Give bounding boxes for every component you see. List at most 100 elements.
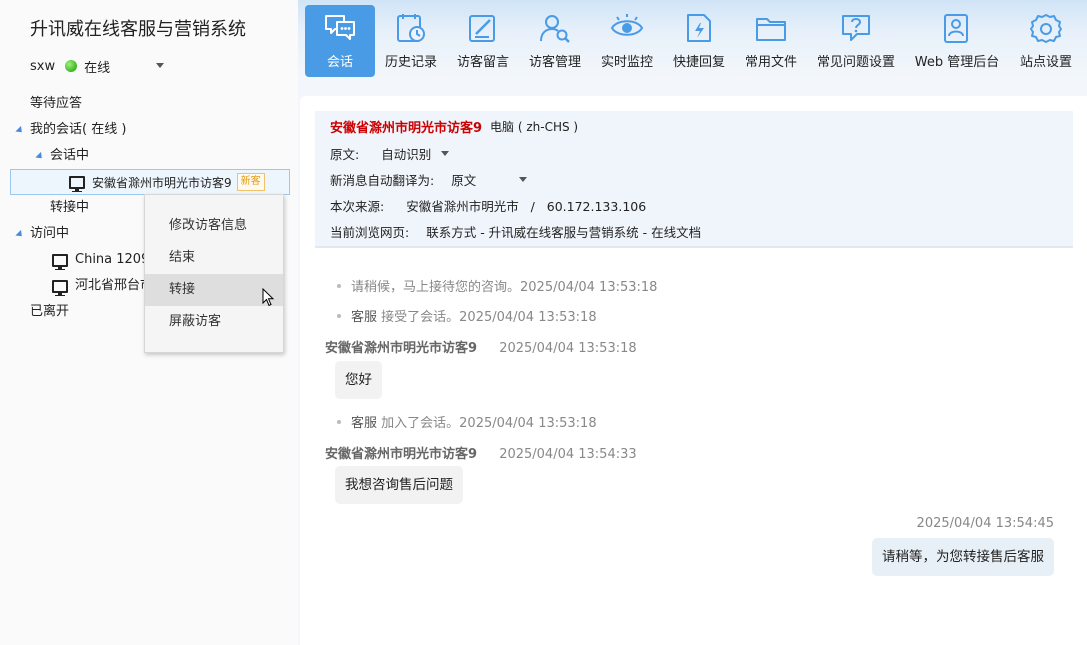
toolbar-label: 访客管理 [528, 55, 581, 70]
toolbar-admin-button[interactable]: Web 管理后台 [910, 5, 1004, 77]
visitor-message-bubble: 您好 [335, 361, 382, 399]
my-message-time: 2025/04/04 13:54:45 [917, 516, 1054, 531]
toolbar-monitor-button[interactable]: 实时监控 [594, 5, 660, 77]
admin-user-icon [944, 14, 968, 43]
toolbar-site-settings-button[interactable]: 站点设置 [1012, 5, 1080, 77]
monitor-icon [52, 253, 68, 270]
visitor-info-panel: 安徽省滁州市明光市访客9 电脑 ( zh-CHS ) 原文: 自动识别 新消息自… [315, 111, 1073, 248]
history-icon [397, 14, 425, 42]
tree-transferring[interactable]: 转接中 [50, 197, 89, 219]
translate-value: 原文 [451, 173, 477, 188]
menu-item-block-visitor[interactable]: 屏蔽访客 [145, 306, 283, 338]
bullet-icon [337, 283, 341, 288]
quick-reply-icon [687, 14, 711, 42]
toolbar-label: 快捷回复 [672, 55, 725, 70]
expand-triangle-icon[interactable] [35, 151, 45, 161]
chat-icon [325, 15, 355, 40]
left-panel: 升讯威在线客服与营销系统 sxw 在线 等待应答 我的会话( 在线 ) 会话中 … [0, 0, 298, 645]
system-message-text: 接受了会话。2025/04/04 13:53:18 [377, 310, 597, 325]
context-menu: 修改访客信息 结束 转接 屏蔽访客 [144, 194, 284, 353]
sender-name: 安徽省滁州市明光市访客9 [325, 341, 478, 356]
source-lang-label: 原文: [330, 147, 360, 162]
active-visitor-name: 安徽省滁州市明光市访客9 [92, 175, 232, 190]
page-value[interactable]: 联系方式 - 升讯威在线客服与营销系统 - 在线文档 [426, 222, 701, 241]
system-message-text: 请稍候，马上接待您的咨询。2025/04/04 13:53:18 [351, 280, 658, 295]
chevron-down-icon [441, 151, 450, 156]
source-lang-select[interactable]: 自动识别 [381, 144, 450, 163]
expand-triangle-icon[interactable] [15, 125, 25, 135]
tree-visiting[interactable]: 访问中 [15, 223, 70, 245]
user-status: 在线 [84, 60, 111, 76]
new-visitor-badge: 新客 [236, 173, 265, 191]
folder-icon [756, 18, 786, 41]
source-label: 本次来源: [330, 199, 385, 214]
visitor-name: China 1209 [75, 252, 150, 267]
toolbar-files-button[interactable]: 常用文件 [738, 5, 804, 77]
toolbar-label: 会话 [326, 55, 353, 70]
tree-in-session[interactable]: 会话中 [35, 145, 90, 167]
bullet-icon [337, 313, 341, 318]
chevron-down-icon [519, 177, 528, 182]
tree-item-visitor[interactable]: 河北省邢台市 [52, 275, 153, 297]
menu-item-end[interactable]: 结束 [145, 242, 283, 274]
message-header: 安徽省滁州市明光市访客9 2025/04/04 13:53:18 [325, 337, 637, 356]
app-title: 升讯威在线客服与营销系统 [30, 19, 246, 40]
tree-waiting[interactable]: 等待应答 [30, 93, 82, 115]
tree-my-sessions-label: 我的会话( 在线 ) [30, 122, 127, 137]
visitor-device: 电脑 ( zh-CHS ) [490, 120, 579, 134]
tree-item-active-visitor[interactable]: 安徽省滁州市明光市访客9 新客 [10, 169, 290, 195]
tree-left[interactable]: 已离开 [30, 301, 69, 323]
toolbar-label: 实时监控 [600, 55, 653, 70]
translate-select[interactable]: 原文 [451, 170, 528, 189]
visitor-message-bubble: 我想咨询售后问题 [335, 466, 463, 504]
tree-visiting-label: 访问中 [30, 226, 70, 241]
message-header: 安徽省滁州市明光市访客9 2025/04/04 13:54:33 [325, 443, 637, 462]
menu-item-edit-visitor[interactable]: 修改访客信息 [145, 210, 283, 242]
tree-item-visitor[interactable]: China 1209 [52, 249, 149, 271]
system-message: 客服 接受了会话。2025/04/04 13:53:18 [337, 306, 597, 325]
agent-message-bubble: 请稍等，为您转接售后客服 [872, 538, 1054, 576]
system-message: 客服 加入了会话。2025/04/04 13:53:18 [337, 412, 597, 431]
toolbar-label: 访客留言 [456, 55, 509, 70]
chevron-down-icon[interactable] [156, 63, 164, 68]
toolbar-history-button[interactable]: 历史记录 [378, 5, 444, 77]
tree-waiting-label: 等待应答 [30, 96, 83, 111]
monitor-icon [69, 175, 85, 192]
toolbar-faq-button[interactable]: 常见问题设置 [810, 5, 902, 77]
toolbar-visitors-button[interactable]: 访客管理 [522, 5, 588, 77]
tree-left-label: 已离开 [30, 304, 70, 319]
online-status-dot-icon [65, 60, 78, 72]
message-time: 2025/04/04 13:54:45 [916, 516, 1054, 531]
conversation-panel: 安徽省滁州市明光市访客9 电脑 ( zh-CHS ) 原文: 自动识别 新消息自… [300, 96, 1087, 645]
toolbar-messages-button[interactable]: 访客留言 [450, 5, 516, 77]
page-label: 当前浏览网页: [330, 225, 410, 240]
tree-in-session-label: 会话中 [50, 148, 90, 163]
toolbar-label: 历史记录 [384, 55, 437, 70]
faq-icon [842, 15, 870, 41]
tree-my-sessions[interactable]: 我的会话( 在线 ) [15, 119, 127, 141]
visitor-search-icon [540, 15, 570, 43]
system-message: 请稍候，马上接待您的咨询。2025/04/04 13:53:18 [337, 276, 657, 295]
sender-name: 安徽省滁州市明光市访客9 [325, 447, 478, 462]
message-edit-icon [469, 15, 495, 42]
toolbar-label: 常用文件 [744, 55, 797, 70]
visitor-name-heading: 安徽省滁州市明光市访客9 [330, 121, 483, 136]
source-value: 安徽省滁州市明光市 / 60.172.133.106 [406, 199, 647, 214]
bullet-icon [337, 419, 341, 424]
agent-label: 客服 [351, 310, 378, 325]
top-toolbar: 会话 历史记录 访客留言 访客管理 实时监控 快捷回复 常用文件 常见问题设置 … [298, 0, 1087, 78]
user-name: sxw [30, 58, 56, 74]
toolbar-quick-reply-button[interactable]: 快捷回复 [666, 5, 732, 77]
message-time: 2025/04/04 13:53:18 [499, 341, 637, 356]
mouse-cursor-icon [262, 288, 275, 307]
system-message-text: 加入了会话。2025/04/04 13:53:18 [377, 416, 597, 431]
expand-triangle-icon[interactable] [15, 229, 25, 239]
eye-icon [610, 14, 644, 36]
message-time: 2025/04/04 13:54:33 [499, 447, 637, 462]
toolbar-label: 站点设置 [1019, 55, 1072, 70]
toolbar-chat-button[interactable]: 会话 [305, 5, 375, 77]
agent-label: 客服 [351, 416, 378, 431]
source-lang-value: 自动识别 [381, 147, 432, 162]
user-status-selector[interactable]: sxw 在线 [30, 57, 111, 76]
tree-transferring-label: 转接中 [50, 200, 90, 215]
